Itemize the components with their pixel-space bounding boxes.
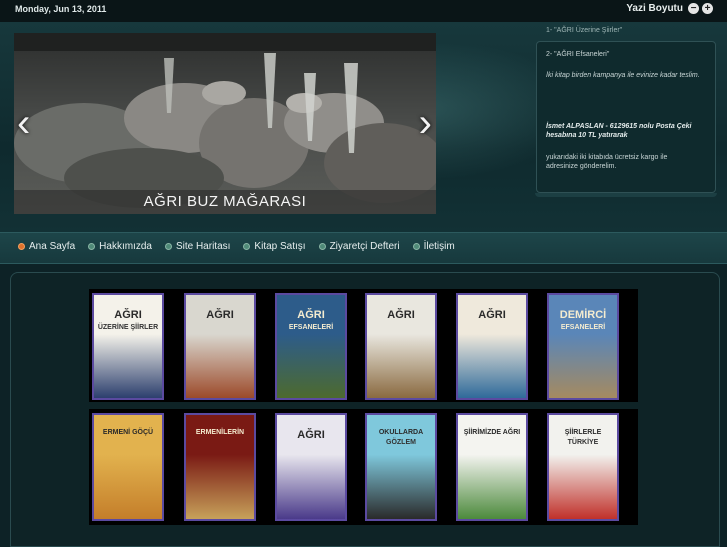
book-cover[interactable]: DEMİRCİ EFSANELERİ: [547, 293, 619, 400]
campaign-text: İki kitap birden kampanya ile evinize ka…: [546, 71, 706, 80]
font-size-control: Yazi Boyutu − +: [626, 3, 713, 14]
bullet-icon: [18, 243, 25, 250]
book-cover[interactable]: ŞİİRİMİZDE AĞRI: [456, 413, 528, 521]
nav-item-home[interactable]: Ana Sayfa: [18, 241, 75, 252]
nav-label: Hakkımızda: [99, 241, 152, 252]
sidebar-bottom-bar: [535, 193, 717, 197]
book-cover[interactable]: AĞRI: [365, 293, 437, 400]
book-title: ŞİİRLERLE: [549, 429, 617, 436]
shipping-text: yukarıdaki iki kitabıda ücretsiz kargo i…: [546, 153, 696, 171]
bullet-icon: [319, 243, 326, 250]
nav-label: Site Haritası: [176, 241, 230, 252]
book-title: AĞRI: [367, 309, 435, 321]
book-cover[interactable]: AĞRI ÜZERİNE ŞİİRLER: [92, 293, 164, 400]
book-title: ŞİİRİMİZDE AĞRI: [458, 429, 526, 436]
book-title: ERMENİLERİN: [186, 429, 254, 436]
book-cover[interactable]: ERMENİLERİN: [184, 413, 256, 521]
book-title: AĞRI: [277, 309, 345, 321]
book-cover[interactable]: AĞRI: [456, 293, 528, 400]
chevron-right-icon[interactable]: ›: [419, 103, 432, 143]
nav-label: Ziyaretçi Defteri: [330, 241, 400, 252]
book-title: ERMENİ GÖÇÜ: [94, 429, 162, 436]
nav-label: Kitap Satışı: [254, 241, 305, 252]
decrease-font-icon[interactable]: −: [688, 3, 699, 14]
cave-photo: [14, 33, 436, 214]
top-bar: Monday, Jun 13, 2011 Yazi Boyutu − +: [0, 0, 727, 23]
bullet-icon: [165, 243, 172, 250]
book-cover[interactable]: AĞRI: [275, 413, 347, 521]
book-cover[interactable]: AĞRI EFSANELERİ: [275, 293, 347, 400]
sidebar-item-2: 2- "AĞRI Efsaneleri": [546, 50, 609, 59]
bullet-icon: [413, 243, 420, 250]
book-title: AĞRI: [458, 309, 526, 321]
nav-item-guestbook[interactable]: Ziyaretçi Defteri: [319, 241, 400, 252]
font-size-label: Yazi Boyutu: [626, 3, 683, 14]
nav-item-contact[interactable]: İletişim: [413, 241, 455, 252]
book-title: DEMİRCİ: [549, 309, 617, 321]
sidebar-announcement: 1- "AĞRI Üzerine Şiirler" 2- "AĞRI Efsan…: [536, 24, 716, 194]
book-cover[interactable]: ŞİİRLERLE TÜRKİYE: [547, 413, 619, 521]
book-cover[interactable]: AĞRI: [184, 293, 256, 400]
book-title: AĞRI: [277, 429, 345, 441]
book-cover[interactable]: ERMENİ GÖÇÜ: [92, 413, 164, 521]
image-slider[interactable]: ‹ › AĞRI BUZ MAĞARASI: [14, 33, 436, 214]
announcement-box: 2- "AĞRI Efsaneleri" İki kitap birden ka…: [536, 41, 716, 193]
slider-caption: AĞRI BUZ MAĞARASI: [14, 190, 436, 214]
main-nav: Ana Sayfa Hakkımızda Site Haritası Kitap…: [0, 232, 727, 264]
account-text: İsmet ALPASLAN - 6129615 nolu Posta Çeki…: [546, 122, 706, 140]
nav-item-books[interactable]: Kitap Satışı: [243, 241, 305, 252]
nav-label: İletişim: [424, 241, 455, 252]
sidebar-cut-line: 1- "AĞRI Üzerine Şiirler": [546, 27, 622, 34]
book-title: AĞRI: [186, 309, 254, 321]
nav-label: Ana Sayfa: [29, 241, 75, 252]
book-subtitle: EFSANELERİ: [549, 324, 617, 331]
nav-item-about[interactable]: Hakkımızda: [88, 241, 152, 252]
nav-item-sitemap[interactable]: Site Haritası: [165, 241, 230, 252]
book-title: AĞRI: [94, 309, 162, 321]
book-title: OKULLARDA: [367, 429, 435, 436]
bullet-icon: [88, 243, 95, 250]
date-text: Monday, Jun 13, 2011: [15, 4, 106, 14]
book-subtitle: GÖZLEM: [367, 439, 435, 446]
book-subtitle: EFSANELERİ: [277, 324, 345, 331]
bullet-icon: [243, 243, 250, 250]
book-subtitle: ÜZERİNE ŞİİRLER: [94, 324, 162, 331]
increase-font-icon[interactable]: +: [702, 3, 713, 14]
chevron-left-icon[interactable]: ‹: [17, 103, 30, 143]
book-subtitle: TÜRKİYE: [549, 439, 617, 446]
book-cover[interactable]: OKULLARDA GÖZLEM: [365, 413, 437, 521]
